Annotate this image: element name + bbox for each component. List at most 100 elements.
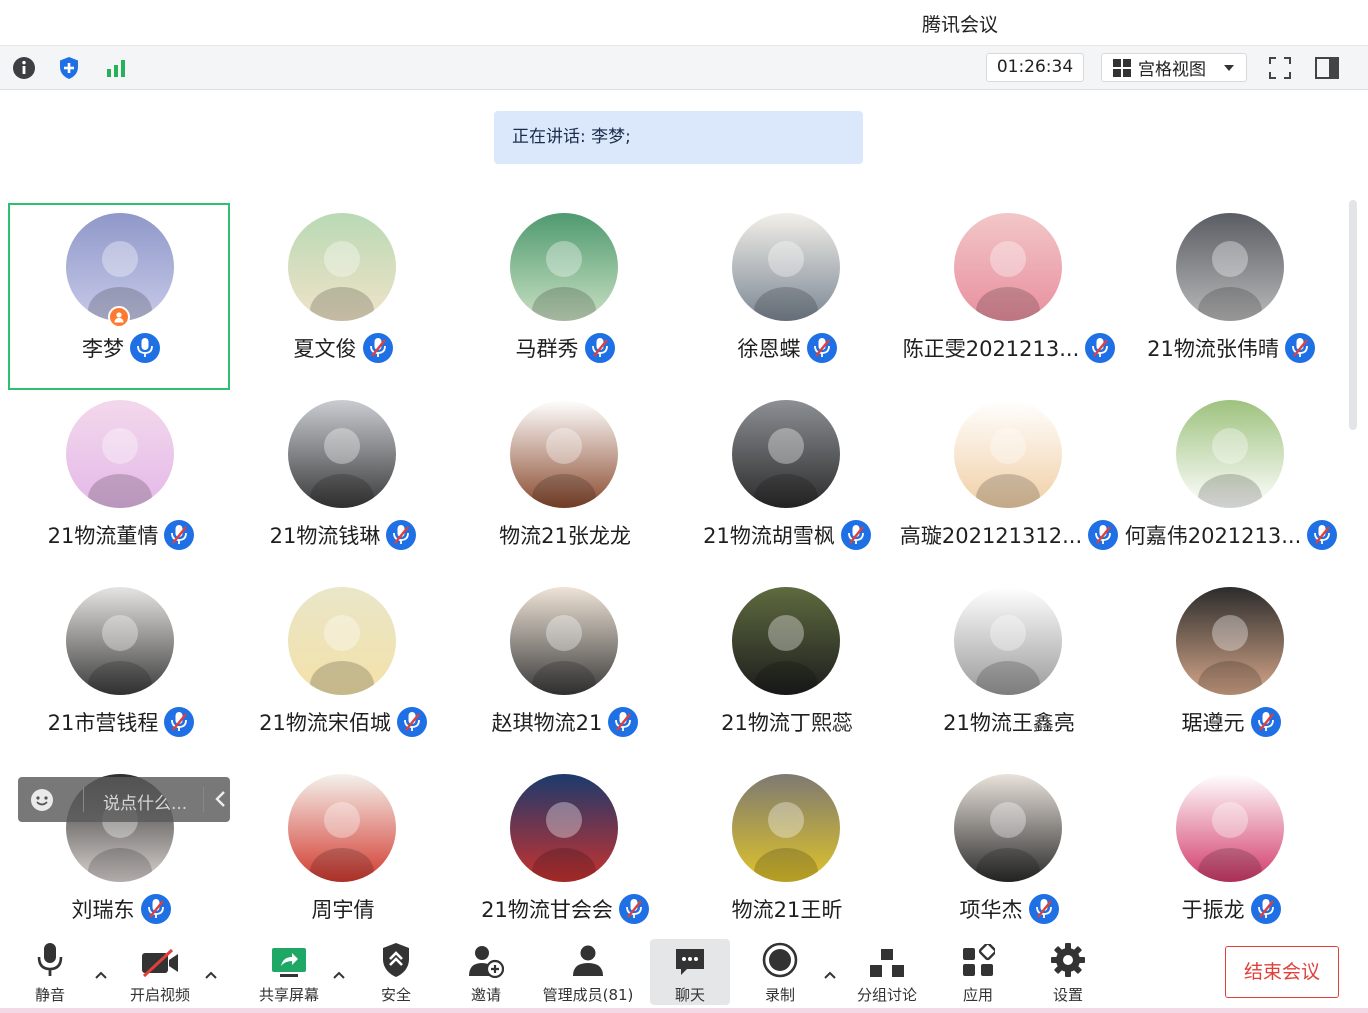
participant-tile[interactable]: 21物流丁熙蕊 [676, 579, 898, 766]
share-screen-button[interactable]: 共享屏幕 [252, 939, 326, 1005]
fullscreen-icon[interactable] [1266, 54, 1294, 82]
participant-tile[interactable]: 21物流甘会会 [454, 766, 676, 953]
microphone-muted-icon [806, 333, 837, 363]
microphone-muted-icon [396, 707, 427, 737]
participant-tile[interactable]: 21物流王鑫亮 [898, 579, 1120, 766]
mute-label: 静音 [34, 986, 65, 1004]
mute-button[interactable]: 静音 [22, 939, 78, 1005]
participant-name: 夏文俊 [293, 337, 357, 361]
shield-icon[interactable] [55, 54, 83, 82]
participant-tile[interactable]: 徐恩蝶 [676, 205, 898, 392]
manage-members-button[interactable]: 管理成员(81) [538, 939, 638, 1005]
participant-tile[interactable]: 物流21张龙龙 [454, 392, 676, 579]
emoji-icon[interactable] [30, 788, 54, 816]
avatar [954, 587, 1062, 695]
participant-name: 项华杰 [959, 898, 1023, 922]
microphone-icon [37, 943, 63, 976]
participant-name-row: 琚遵元 [1110, 707, 1352, 737]
participant-tile[interactable]: 李梦 [8, 203, 230, 390]
start-video-button[interactable]: 开启视频 [124, 939, 196, 1005]
avatar [66, 213, 174, 321]
avatar [1176, 213, 1284, 321]
members-label: 管理成员(81) [542, 986, 634, 1004]
chat-button[interactable]: 聊天 [650, 939, 730, 1005]
avatar [1176, 774, 1284, 882]
participant-tile[interactable]: 21物流张伟晴 [1120, 205, 1342, 392]
participant-tile[interactable]: 赵琪物流21 [454, 579, 676, 766]
apps-icon [963, 944, 995, 976]
side-panel-icon[interactable] [1313, 54, 1341, 82]
participant-tile[interactable]: 马群秀 [454, 205, 676, 392]
avatar [1176, 587, 1284, 695]
meeting-timer: 01:26:34 [986, 53, 1084, 82]
avatar [288, 213, 396, 321]
security-shield-icon [383, 943, 409, 977]
participant-name: 琚遵元 [1181, 711, 1245, 735]
view-mode-dropdown[interactable]: 宫格视图 [1101, 53, 1247, 82]
participant-tile[interactable]: 21物流董情 [10, 392, 232, 579]
participant-name: 21物流丁熙蕊 [721, 711, 853, 735]
participant-tile[interactable]: 陈正雯2021213... [898, 205, 1120, 392]
participant-tile[interactable]: 夏文俊 [232, 205, 454, 392]
participant-tile[interactable]: 物流21王昕 [676, 766, 898, 953]
participant-tile[interactable]: 周宇倩 [232, 766, 454, 953]
participant-name: 21物流胡雪枫 [703, 524, 835, 548]
chevron-left-icon[interactable] [214, 789, 228, 813]
breakout-label: 分组讨论 [856, 986, 917, 1004]
chevron-up-icon[interactable] [332, 965, 346, 984]
participant-tile[interactable]: 项华杰 [898, 766, 1120, 953]
participant-tile[interactable]: 于振龙 [1120, 766, 1342, 953]
chevron-up-icon[interactable] [823, 965, 837, 984]
chevron-down-icon [1224, 65, 1234, 71]
chevron-up-icon[interactable] [204, 965, 218, 984]
participant-tile[interactable]: 高璇202121312... [898, 392, 1120, 579]
chat-placeholder[interactable]: 说点什么... [103, 789, 187, 814]
apps-label: 应用 [962, 986, 993, 1004]
microphone-muted-icon [164, 520, 195, 550]
avatar [732, 774, 840, 882]
members-icon [573, 945, 603, 976]
participant-name: 马群秀 [515, 337, 579, 361]
record-button[interactable]: 录制 [752, 939, 808, 1005]
microphone-muted-icon [840, 520, 871, 550]
avatar [66, 587, 174, 695]
vertical-scrollbar[interactable] [1349, 200, 1357, 430]
add-user-icon [469, 946, 504, 978]
avatar [66, 400, 174, 508]
avatar [732, 400, 840, 508]
chat-quick-input[interactable]: 说点什么... [18, 777, 230, 822]
settings-button[interactable]: 设置 [1040, 939, 1096, 1005]
participant-tile[interactable]: 21物流宋佰城 [232, 579, 454, 766]
participant-name-row: 21物流甘会会 [444, 894, 686, 924]
participant-name-row: 21物流宋佰城 [222, 707, 464, 737]
participant-name: 21物流宋佰城 [259, 711, 391, 735]
avatar [954, 213, 1062, 321]
breakout-rooms-button[interactable]: 分组讨论 [852, 939, 922, 1005]
app-title: 腾讯会议 [921, 14, 998, 36]
participant-name-row: 21物流张伟晴 [1110, 333, 1352, 363]
chevron-up-icon[interactable] [94, 965, 108, 984]
participant-name-row: 物流21张龙龙 [444, 520, 686, 550]
security-button[interactable]: 安全 [368, 939, 424, 1005]
participant-tile[interactable]: 21市营钱程 [10, 579, 232, 766]
window-bottom-edge [0, 1008, 1368, 1013]
participant-name-row: 21物流胡雪枫 [666, 520, 908, 550]
participant-tile[interactable]: 21物流钱琳 [232, 392, 454, 579]
invite-button[interactable]: 邀请 [458, 939, 514, 1005]
avatar [288, 400, 396, 508]
info-icon[interactable] [10, 54, 38, 82]
microphone-muted-icon [618, 894, 649, 924]
meeting-window: 腾讯会议 01:26:34 宫格视图 正在讲话: 李梦; 李梦 夏文俊 马群秀 徐恩蝶… [0, 0, 1368, 1013]
end-meeting-button[interactable]: 结束会议 [1225, 946, 1339, 998]
apps-button[interactable]: 应用 [950, 939, 1006, 1005]
participant-tile[interactable]: 21物流胡雪枫 [676, 392, 898, 579]
participant-tile[interactable]: 琚遵元 [1120, 579, 1342, 766]
microphone-on-icon [130, 333, 160, 363]
avatar [510, 774, 618, 882]
microphone-muted-icon [140, 894, 171, 924]
network-signal-icon[interactable] [102, 54, 130, 82]
microphone-muted-icon [608, 707, 639, 737]
participant-tile[interactable]: 何嘉伟2021213... [1120, 392, 1342, 579]
avatar [288, 587, 396, 695]
microphone-muted-icon [1028, 894, 1059, 924]
